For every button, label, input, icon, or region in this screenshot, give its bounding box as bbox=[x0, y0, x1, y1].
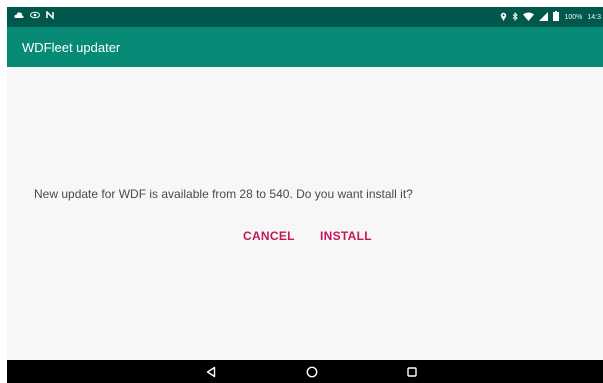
battery-icon bbox=[553, 11, 560, 23]
status-right-icons: 100% 14:3 bbox=[500, 11, 601, 23]
back-icon[interactable] bbox=[203, 364, 218, 379]
eye-icon bbox=[30, 11, 40, 21]
recents-icon[interactable] bbox=[404, 364, 419, 379]
n-notification-icon bbox=[46, 10, 54, 21]
wifi-icon bbox=[523, 12, 535, 23]
bluetooth-icon bbox=[512, 11, 519, 23]
app-bar: WDFleet updater bbox=[7, 27, 603, 67]
home-icon[interactable] bbox=[304, 364, 319, 379]
signal-icon bbox=[539, 11, 549, 23]
status-clock: 14:3 bbox=[587, 13, 601, 21]
install-button[interactable]: INSTALL bbox=[320, 229, 372, 243]
app-title: WDFleet updater bbox=[22, 40, 121, 55]
navigation-bar bbox=[7, 360, 603, 383]
dialog-message: New update for WDF is available from 28 … bbox=[34, 187, 413, 201]
battery-percent: 100% bbox=[564, 13, 583, 21]
status-left-icons bbox=[14, 10, 54, 21]
cloud-icon bbox=[14, 11, 24, 21]
location-icon bbox=[500, 12, 507, 23]
status-bar: 100% 14:3 bbox=[7, 7, 603, 27]
device-screen: 100% 14:3 WDFleet updater New update for… bbox=[7, 7, 603, 383]
dialog-area: New update for WDF is available from 28 … bbox=[7, 67, 603, 360]
cancel-button[interactable]: CANCEL bbox=[243, 229, 295, 243]
